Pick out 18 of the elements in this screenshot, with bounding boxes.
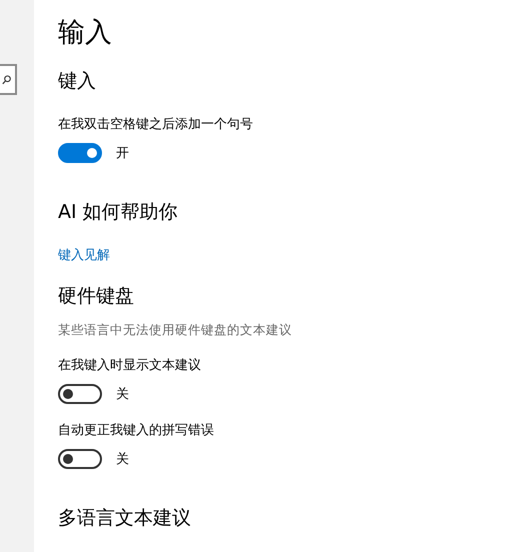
toggle-state-text: 关 xyxy=(116,451,129,468)
section-heading: 硬件键盘 xyxy=(58,284,134,309)
setting-label: 自动更正我键入的拼写错误 xyxy=(58,422,214,440)
setting-label: 在我双击空格键之后添加一个句号 xyxy=(58,116,253,134)
search-field[interactable] xyxy=(0,64,17,95)
toggle-switch[interactable] xyxy=(58,143,102,163)
toggle-switch[interactable] xyxy=(58,384,102,404)
description-text: 某些语言中无法使用硬件键盘的文本建议 xyxy=(58,321,292,339)
section-heading: 多语言文本建议 xyxy=(58,506,191,531)
link[interactable]: 键入见解 xyxy=(58,247,110,265)
section-heading: 键入 xyxy=(58,69,96,94)
page-title: 输入 xyxy=(58,16,112,50)
section-heading: AI 如何帮助你 xyxy=(58,200,178,225)
toggle-state-text: 关 xyxy=(116,386,129,403)
search-icon xyxy=(2,74,11,84)
setting-label: 在我键入时显示文本建议 xyxy=(58,357,201,375)
toggle-switch[interactable] xyxy=(58,449,102,469)
toggle-state-text: 开 xyxy=(116,145,129,162)
